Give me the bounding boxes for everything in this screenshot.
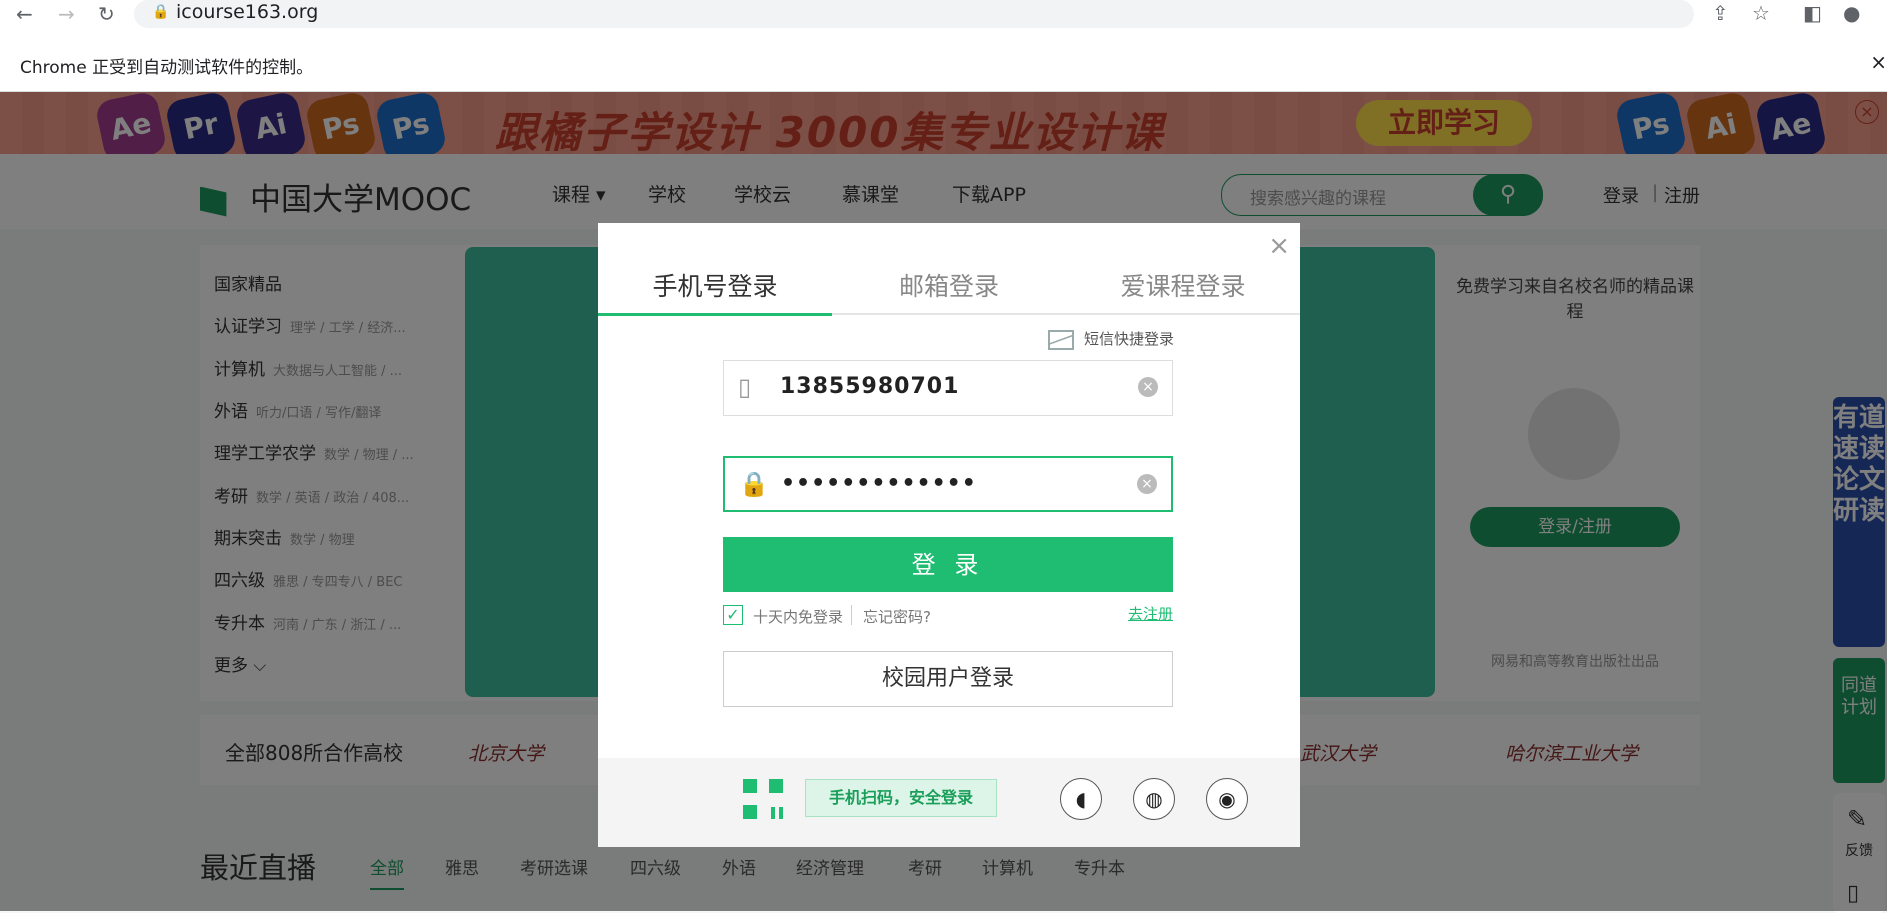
tab-icourse-login[interactable]: 爱课程登录 bbox=[1066, 267, 1300, 313]
modal-footer: 手机扫码，安全登录 ◖ ◍ ◉ bbox=[598, 758, 1300, 847]
share-icon[interactable]: ⇪ bbox=[1712, 1, 1729, 25]
sms-quick-login[interactable]: 短信快捷登录 bbox=[1047, 328, 1174, 350]
clear-phone-icon[interactable]: × bbox=[1138, 377, 1158, 397]
phone-value: 13855980701 bbox=[780, 374, 960, 399]
clear-password-icon[interactable]: × bbox=[1137, 474, 1157, 494]
modal-close-icon[interactable]: × bbox=[1268, 231, 1290, 261]
side-panel-icon[interactable]: ◧ bbox=[1803, 1, 1822, 25]
password-field[interactable]: 🔒 ••••••••••••• × bbox=[723, 456, 1173, 512]
mobile-phone-icon: ▯ bbox=[738, 373, 752, 401]
lock-icon: 🔒 bbox=[739, 470, 769, 498]
forward-icon[interactable]: → bbox=[58, 2, 75, 26]
sms-login-label: 短信快捷登录 bbox=[1083, 330, 1174, 348]
login-tabs: 手机号登录 邮箱登录 爱课程登录 bbox=[598, 267, 1300, 316]
envelope-icon bbox=[1047, 329, 1074, 350]
login-modal: × 手机号登录 邮箱登录 爱课程登录 短信快捷登录 ▯ 13855980701 … bbox=[598, 223, 1300, 847]
back-icon[interactable]: ← bbox=[16, 2, 33, 26]
lock-icon: 🔒 bbox=[152, 4, 170, 20]
tab-phone-login[interactable]: 手机号登录 bbox=[598, 267, 832, 316]
tab-email-login[interactable]: 邮箱登录 bbox=[832, 267, 1066, 313]
remember-checkbox[interactable]: ✓ bbox=[723, 605, 743, 625]
infobar-close-icon[interactable]: × bbox=[1870, 50, 1887, 74]
profile-icon[interactable]: ● bbox=[1843, 1, 1860, 25]
bookmark-star-icon[interactable]: ☆ bbox=[1752, 1, 1770, 25]
login-button[interactable]: 登 录 bbox=[723, 537, 1173, 592]
browser-address-bar: ← → ↻ 🔒 icourse163.org ⇪ ☆ ◧ ● bbox=[0, 0, 1887, 36]
reload-icon[interactable]: ↻ bbox=[98, 2, 115, 26]
login-options: ✓ 十天内免登录 忘记密码? 去注册 bbox=[723, 605, 1173, 627]
infobar-text: Chrome 正受到自动测试软件的控制。 bbox=[20, 58, 314, 78]
phone-field[interactable]: ▯ 13855980701 × bbox=[723, 360, 1173, 416]
forgot-password-link[interactable]: 忘记密码? bbox=[863, 606, 931, 627]
url-field[interactable]: 🔒 icourse163.org bbox=[134, 0, 1694, 28]
register-link[interactable]: 去注册 bbox=[1128, 603, 1173, 624]
wechat-icon[interactable]: ◍ bbox=[1133, 778, 1175, 820]
qr-code-icon[interactable] bbox=[743, 779, 783, 819]
weibo-icon[interactable]: ◉ bbox=[1206, 778, 1248, 820]
divider bbox=[851, 605, 852, 625]
url-text: icourse163.org bbox=[176, 1, 319, 23]
automation-infobar: Chrome 正受到自动测试软件的控制。 × bbox=[0, 36, 1887, 92]
password-value: ••••••••••••• bbox=[781, 471, 977, 496]
qq-icon[interactable]: ◖ bbox=[1060, 778, 1102, 820]
qr-login-tip[interactable]: 手机扫码，安全登录 bbox=[805, 779, 997, 817]
remember-label[interactable]: 十天内免登录 bbox=[753, 606, 843, 627]
campus-login-button[interactable]: 校园用户登录 bbox=[723, 651, 1173, 707]
